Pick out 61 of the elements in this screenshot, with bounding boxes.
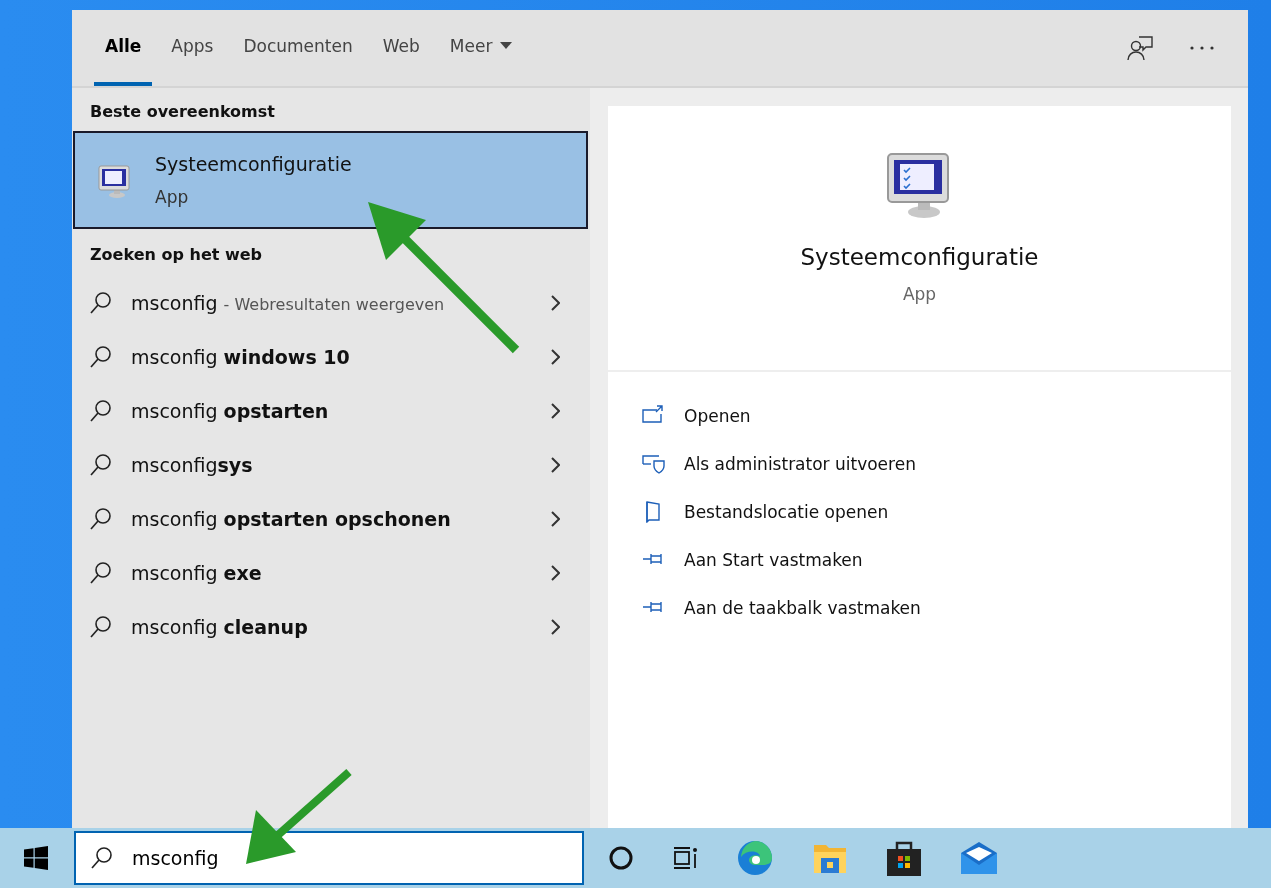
action-label: Aan de taakbalk vastmaken <box>684 598 921 618</box>
suggestion-text: msconfig opstarten <box>131 400 330 422</box>
web-suggestion[interactable]: msconfig opstarten opschonen <box>72 492 590 546</box>
action-item[interactable]: Aan Start vastmaken <box>642 536 1231 584</box>
search-icon <box>90 846 114 870</box>
tab[interactable]: Documenten <box>232 10 364 86</box>
suggestion-text: msconfig exe <box>131 562 263 584</box>
web-suggestion[interactable]: msconfigsys <box>72 438 590 492</box>
section-heading: Zoeken op het web <box>89 244 264 266</box>
chevron-right-icon <box>550 403 560 419</box>
action-item[interactable]: Als administrator uitvoeren <box>642 440 1231 488</box>
result-title: Systeemconfiguratie <box>155 153 352 175</box>
web-suggestion[interactable]: msconfig exe <box>72 546 590 600</box>
browser-icon[interactable] <box>736 839 774 877</box>
store-bag-icon[interactable] <box>886 839 922 877</box>
chevron-right-icon <box>550 349 560 365</box>
search-icon <box>89 345 113 369</box>
chevron-right-icon <box>550 619 560 635</box>
search-icon <box>89 507 113 531</box>
search-icon <box>89 453 113 477</box>
search-icon <box>89 615 113 639</box>
feedback-icon[interactable] <box>1126 34 1154 62</box>
chevron-right-icon <box>550 457 560 473</box>
chevron-right-icon <box>550 295 560 311</box>
web-suggestion[interactable]: msconfig windows 10 <box>72 330 590 384</box>
action-label: Bestandslocatie openen <box>684 502 889 522</box>
action-label: Als administrator uitvoeren <box>684 454 916 474</box>
suggestion-text: msconfig - Webresultaten weergeven <box>131 292 446 314</box>
suggestion-text: msconfigsys <box>131 454 254 476</box>
action-label: Aan Start vastmaken <box>684 550 863 570</box>
tab[interactable]: Apps <box>160 10 225 86</box>
search-icon <box>89 291 113 315</box>
search-input[interactable]: msconfig <box>130 846 534 870</box>
windows-logo-icon <box>24 846 48 870</box>
chevron-right-icon <box>550 565 560 581</box>
action-item[interactable]: Bestandslocatie openen <box>642 488 1231 536</box>
preview-type: App <box>902 284 937 304</box>
action-item[interactable]: Aan de taakbalk vastmaken <box>642 584 1231 632</box>
suggestion-text: msconfig cleanup <box>131 616 309 638</box>
tab[interactable]: Meer <box>438 10 524 86</box>
mail-envelope-icon[interactable] <box>960 841 998 875</box>
search-icon <box>89 561 113 585</box>
section-heading: Beste overeenkomst <box>89 101 276 123</box>
web-suggestion[interactable]: msconfig opstarten <box>72 384 590 438</box>
action-label: Openen <box>684 406 751 426</box>
task-view-icon[interactable] <box>672 845 698 871</box>
search-field[interactable]: msconfig <box>74 831 584 885</box>
more-options-icon[interactable] <box>1188 44 1216 52</box>
preview-title: Systeemconfiguratie <box>800 244 1039 270</box>
action-item[interactable]: Openen <box>642 392 1231 440</box>
suggestion-text: msconfig windows 10 <box>131 346 351 368</box>
tab[interactable]: Web <box>371 10 431 86</box>
suggestion-text: msconfig opstarten opschonen <box>131 508 452 530</box>
shield-icon <box>642 453 666 475</box>
result-type: App <box>155 187 190 207</box>
cortana-circle-icon[interactable] <box>608 845 634 871</box>
best-match-result[interactable]: Systeemconfiguratie App <box>73 131 588 229</box>
chevron-right-icon <box>550 511 560 527</box>
web-suggestion[interactable]: msconfig - Webresultaten weergeven <box>72 276 590 330</box>
search-icon <box>89 399 113 423</box>
web-suggestion[interactable]: msconfig cleanup <box>72 600 590 654</box>
